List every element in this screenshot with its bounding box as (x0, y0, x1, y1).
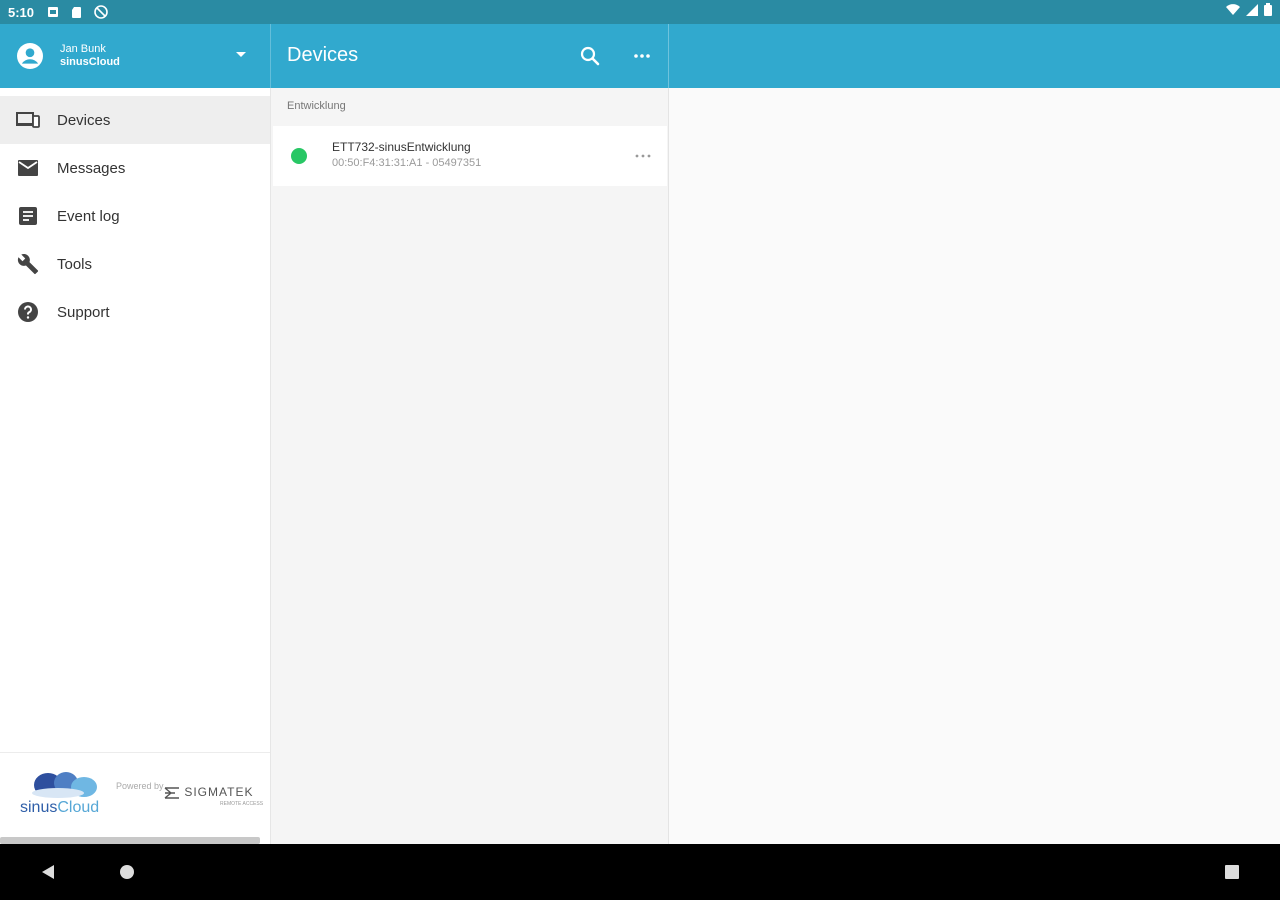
home-icon[interactable] (120, 865, 134, 879)
more-options-icon[interactable] (630, 44, 654, 68)
search-icon[interactable] (578, 44, 602, 68)
account-switcher[interactable]: Jan Bunk sinusCloud (0, 24, 270, 88)
wifi-icon (1226, 3, 1240, 21)
device-name: ETT732-sinusEntwicklung (332, 140, 471, 154)
logo-text-cloud: Cloud (57, 799, 100, 816)
page-title: Devices (287, 44, 359, 66)
devices-icon (16, 108, 40, 132)
sidebar-item-label: Tools (57, 255, 93, 273)
sidebar: Devices Messages Event log Tools Support… (0, 88, 271, 844)
detail-pane (670, 88, 1280, 844)
brand-footer: sinusCloud Powered by SIGMATEK REMOTE AC… (0, 752, 270, 844)
sidebar-item-messages[interactable]: Messages (0, 144, 270, 192)
device-info: 00:50:F4:31:31:A1 - 05497351 (332, 157, 482, 169)
app-header: Jan Bunk sinusCloud Devices (0, 24, 1280, 88)
sd-card-icon (70, 5, 84, 19)
partner-logo: SIGMATEK (164, 785, 253, 799)
account-organization: sinusCloud (60, 56, 120, 68)
device-list-pane: Entwicklung ETT732-sinusEntwicklung 00:5… (271, 88, 669, 844)
sidebar-item-event-log[interactable]: Event log (0, 192, 270, 240)
group-header: Entwicklung (287, 100, 346, 112)
chevron-down-icon[interactable] (236, 52, 246, 57)
logo-text: sinusCloud (20, 799, 99, 817)
sidebar-item-support[interactable]: Support (0, 288, 270, 336)
wrench-icon (16, 252, 40, 276)
sidebar-item-label: Event log (57, 207, 120, 225)
device-more-options-icon[interactable] (633, 146, 653, 166)
header-divider (270, 24, 271, 88)
signal-icon (1246, 3, 1258, 21)
online-status-indicator (291, 148, 307, 164)
device-list-item[interactable]: ETT732-sinusEntwicklung 00:50:F4:31:31:A… (273, 126, 667, 186)
partner-name: SIGMATEK (184, 785, 254, 799)
notification-icon (46, 5, 60, 19)
battery-icon (1264, 3, 1272, 21)
system-navigation-bar (0, 844, 1280, 900)
account-user-name: Jan Bunk (60, 43, 106, 55)
sidebar-item-label: Devices (57, 111, 111, 129)
logo-text-sinus: sinus (20, 799, 58, 816)
status-bar: 5:10 (0, 0, 1280, 24)
powered-by-label: Powered by (116, 781, 164, 791)
mail-icon (16, 156, 40, 180)
account-circle-icon (17, 43, 43, 69)
recents-icon[interactable] (1225, 865, 1239, 879)
back-icon[interactable] (40, 864, 56, 880)
header-divider-right (668, 24, 669, 88)
sidebar-item-label: Messages (57, 159, 126, 177)
event-log-icon (16, 204, 40, 228)
sidebar-item-tools[interactable]: Tools (0, 240, 270, 288)
horizontal-scrollbar[interactable] (0, 837, 260, 844)
sigmatek-icon (164, 787, 179, 799)
help-icon (16, 300, 40, 324)
partner-subtitle: REMOTE ACCESS (220, 801, 264, 807)
sync-off-icon (94, 5, 108, 19)
sidebar-item-label: Support (57, 303, 110, 321)
status-time: 5:10 (8, 4, 35, 20)
sidebar-item-devices[interactable]: Devices (0, 96, 270, 144)
